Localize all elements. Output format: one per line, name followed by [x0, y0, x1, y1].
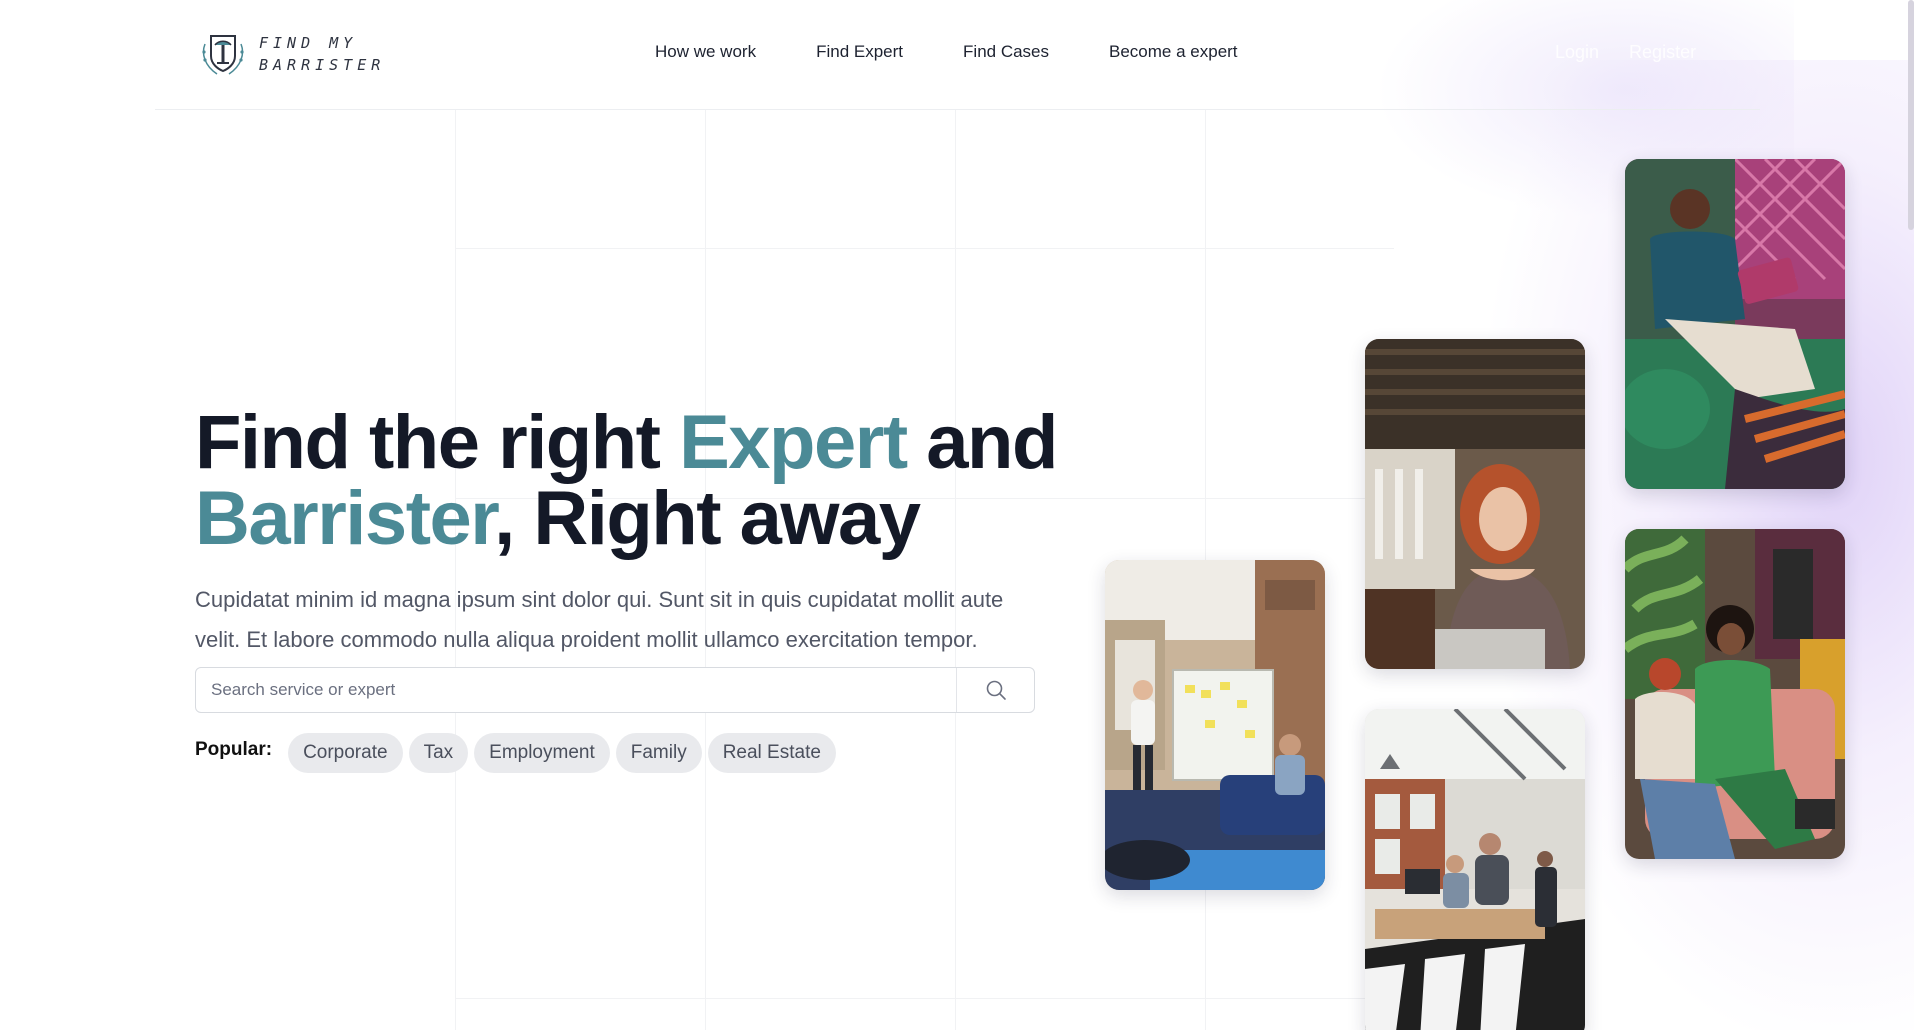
search-divider: [956, 668, 957, 712]
hero-title-accent-barrister: Barrister: [195, 476, 496, 561]
register-link[interactable]: Register: [1629, 42, 1696, 63]
tag-real-estate[interactable]: Real Estate: [707, 733, 836, 773]
shield-tree-icon: [202, 35, 244, 75]
popular-tags: Popular: Corporate Tax Employment Family…: [195, 733, 836, 773]
tag-employment[interactable]: Employment: [474, 733, 610, 773]
brand-name-line2: BARRISTER: [259, 56, 386, 74]
tag-family[interactable]: Family: [615, 733, 702, 773]
auth-links: Login Register: [1555, 42, 1696, 63]
hero-title-part2: and: [906, 400, 1058, 485]
nav-find-expert[interactable]: Find Expert: [816, 42, 903, 62]
popular-label: Popular:: [195, 739, 273, 760]
hero-title: Find the right Expert and Barrister, Righ…: [195, 405, 1095, 557]
hero-title-accent-expert: Expert: [679, 400, 908, 485]
grid-line: [455, 248, 1394, 249]
nav-how-we-work[interactable]: How we work: [655, 42, 756, 62]
search-button[interactable]: [958, 668, 1034, 712]
tag-tax[interactable]: Tax: [408, 733, 469, 773]
nav-become-expert[interactable]: Become a expert: [1109, 42, 1238, 62]
search-bar: [195, 667, 1035, 713]
open-office-photo: [1365, 709, 1585, 1030]
women-chatting-photo: [1625, 529, 1845, 859]
brand-name: FIND MY BARRISTER: [259, 32, 385, 76]
login-link[interactable]: Login: [1555, 42, 1599, 63]
search-icon: [986, 680, 1006, 700]
main-nav: How we work Find Expert Find Cases Becom…: [655, 42, 1238, 62]
brand-logo[interactable]: FIND MY BARRISTER: [197, 30, 385, 78]
nav-find-cases[interactable]: Find Cases: [963, 42, 1049, 62]
woman-laptop-photo: [1365, 339, 1585, 669]
brand-name-line1: FIND MY: [259, 34, 358, 52]
search-input[interactable]: [196, 668, 956, 712]
tag-corporate[interactable]: Corporate: [288, 733, 403, 773]
scrollbar-thumb[interactable]: [1908, 0, 1914, 230]
hero-description: Cupidatat minim id magna ipsum sint dolo…: [195, 587, 1004, 652]
grid-line: [455, 998, 1394, 999]
team-whiteboard-photo: [1105, 560, 1325, 890]
site-header: FIND MY BARRISTER How we work Find Exper…: [155, 0, 1760, 110]
man-tablet-photo: [1625, 159, 1845, 489]
hero-title-part3: , Right away: [494, 476, 921, 561]
hero-title-part1: Find the right: [195, 400, 680, 485]
